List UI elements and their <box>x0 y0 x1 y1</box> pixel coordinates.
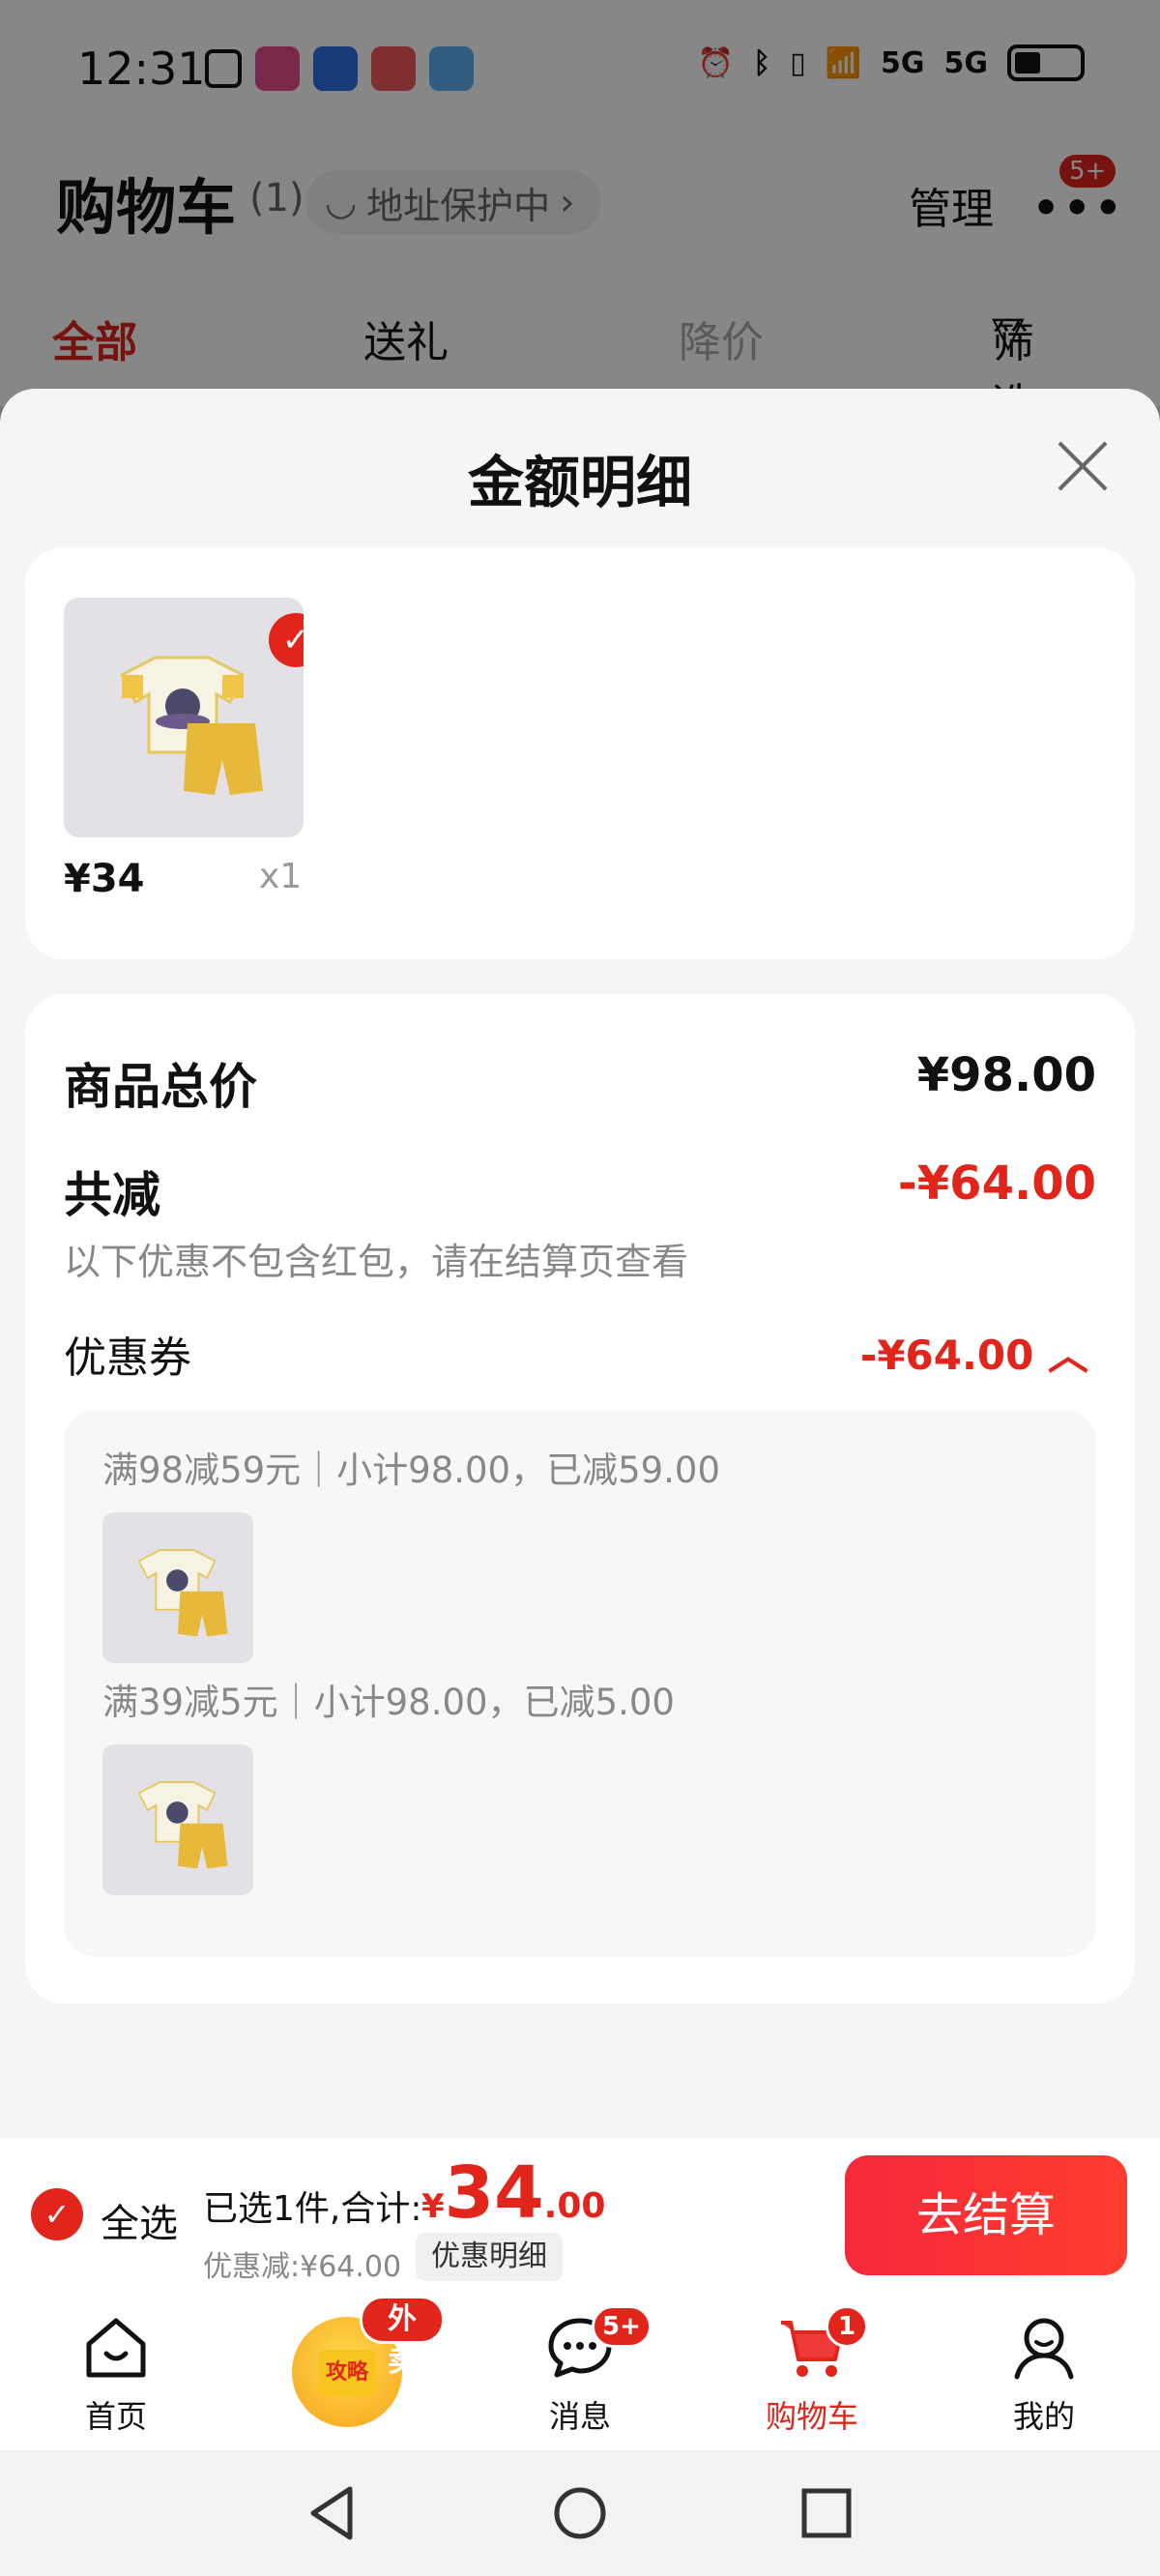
cart-badge: 1 <box>826 2305 868 2348</box>
total-reduce-label: 共减 <box>64 1167 160 1223</box>
reduce-note: 以下优惠不包含红包，请在结算页查看 <box>64 1241 689 1283</box>
tab-home[interactable]: 首页 <box>19 2292 213 2450</box>
coupon-item-text: 满39减5元｜小计98.00，已减5.00 <box>102 1682 675 1723</box>
coupon-toggle[interactable]: -¥64.00 ︿ <box>860 1323 1088 1382</box>
checkout-bar: ✓ 全选 已选1件,合计: ¥34.00 优惠减:¥64.00 优惠明细 去结算 <box>0 2137 1160 2292</box>
total-currency: ¥ <box>421 2187 445 2226</box>
sheet-title: 金额明细 <box>467 450 692 515</box>
total-decimal: .00 <box>543 2186 606 2226</box>
total-integer: 34 <box>444 2152 544 2235</box>
product-thumbnail[interactable]: ✓ <box>64 598 304 837</box>
recent-apps-icon[interactable] <box>793 2479 860 2547</box>
coupon-product-thumbnail <box>102 1744 253 1895</box>
coupon-list: 满98减59元｜小计98.00，已减59.00 满39减5元｜小计98.00，已… <box>64 1410 1096 1957</box>
user-icon <box>1014 2318 1074 2380</box>
home-icon <box>86 2318 146 2378</box>
select-all-checkbox[interactable]: ✓ <box>31 2188 83 2240</box>
kids-outfit-image <box>137 1781 228 1869</box>
coupon-value: -¥64.00 <box>859 1332 1034 1379</box>
chevron-up-icon: ︿ <box>1047 1332 1088 1379</box>
home-circle-icon[interactable] <box>546 2479 614 2547</box>
tab-messages-label: 消息 <box>548 2398 611 2435</box>
messages-badge: 5+ <box>592 2305 652 2348</box>
total-reduce-value: -¥64.00 <box>897 1156 1096 1211</box>
select-all-label[interactable]: 全选 <box>101 2192 178 2248</box>
coupon-label: 优惠券 <box>64 1333 191 1383</box>
tab-me[interactable]: 我的 <box>947 2292 1141 2450</box>
tab-me-label: 我的 <box>1012 2398 1075 2435</box>
checkout-button[interactable]: 去结算 <box>845 2155 1127 2275</box>
system-nav-bar <box>0 2450 1160 2576</box>
total-price-label: 商品总价 <box>64 1059 257 1115</box>
back-icon[interactable] <box>300 2479 367 2547</box>
tab-promo[interactable]: 攻略 外卖 <box>251 2292 445 2450</box>
kids-outfit-image <box>119 656 263 795</box>
selected-info: 已选1件,合计: <box>203 2189 422 2229</box>
promo-inner-label: 攻略 <box>319 2350 375 2396</box>
tab-messages[interactable]: 5+ 消息 <box>483 2292 677 2450</box>
tab-home-label: 首页 <box>84 2398 147 2435</box>
total-price-value: ¥98.00 <box>916 1048 1096 1102</box>
discount-detail-button[interactable]: 优惠明细 <box>416 2233 563 2281</box>
amount-detail-sheet: 金额明细 ✓ ¥34 x1 商品总价 ¥98.00 共减 -¥64.00 以下优… <box>0 389 1160 2137</box>
product-price: ¥34 <box>64 857 145 901</box>
close-icon[interactable] <box>1054 437 1112 495</box>
coupon-product-thumbnail <box>102 1512 253 1663</box>
coupon-item-text: 满98减59元｜小计98.00，已减59.00 <box>102 1449 721 1491</box>
discount-info: 优惠减:¥64.00 <box>203 2250 402 2284</box>
modal-dim-overlay[interactable] <box>0 0 1160 406</box>
total-amount: ¥34.00 <box>421 2152 605 2235</box>
price-summary-card: 商品总价 ¥98.00 共减 -¥64.00 以下优惠不包含红包，请在结算页查看… <box>25 994 1135 2004</box>
kids-outfit-image <box>137 1549 228 1637</box>
product-quantity: x1 <box>259 857 303 896</box>
promo-badge: 外卖 <box>360 2296 445 2379</box>
bottom-tab-bar: 首页 攻略 外卖 5+ 消息 1 购物车 我的 <box>0 2292 1160 2450</box>
selected-products-card: ✓ ¥34 x1 <box>25 547 1135 959</box>
tab-cart-label: 购物车 <box>765 2398 858 2435</box>
tab-cart[interactable]: 1 购物车 <box>715 2292 909 2450</box>
